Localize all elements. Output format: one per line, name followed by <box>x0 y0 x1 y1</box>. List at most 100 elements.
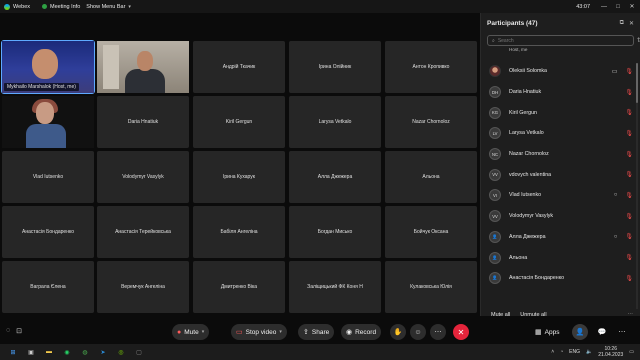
video-tile[interactable]: Kiril Gergun <box>193 96 285 148</box>
close-icon[interactable]: ✕ <box>629 20 634 27</box>
video-tile[interactable]: Дмитренко Віка <box>193 261 285 313</box>
mic-muted-icon[interactable]: 🎙 <box>625 254 633 261</box>
language-indicator[interactable]: ENG <box>569 349 580 355</box>
apps-button[interactable]: ▦ Apps <box>530 324 564 340</box>
more-options-icon[interactable]: ⋯ <box>430 324 446 340</box>
close-icon[interactable]: ✕ <box>628 3 636 10</box>
video-tile[interactable] <box>97 41 189 93</box>
reactions-icon[interactable]: ☺ <box>410 324 426 340</box>
stop-video-button[interactable]: ▭ Stop video ▾ <box>231 324 287 340</box>
chevron-down-icon[interactable]: ▾ <box>279 329 282 335</box>
video-tile[interactable]: Веремчук Ангеліна <box>97 261 189 313</box>
mic-muted-icon[interactable]: 🎙 <box>625 109 633 116</box>
show-menu-bar-button[interactable]: Show Menu Bar ▾ <box>86 4 131 10</box>
clock[interactable]: 10:26 21.04.2023 <box>598 346 623 358</box>
mic-muted-icon[interactable]: 🎙 <box>625 275 633 282</box>
participants-panel-icon[interactable]: 👤 <box>572 324 588 340</box>
os-taskbar: ⊞ ▣ ▬ ◉ ◍ ➤ ◎ ▢ ˄ ◔ ENG 🔈 10:26 21.04.20… <box>0 344 640 360</box>
mic-muted-icon[interactable]: 🎙 <box>625 213 633 220</box>
security-icon[interactable]: ◌ <box>6 327 10 335</box>
volume-icon[interactable]: 🔈 <box>586 349 592 355</box>
notifications-icon[interactable]: ▭ <box>629 349 634 355</box>
video-tile[interactable]: Анастасія Бондаренко <box>2 206 94 258</box>
whatsapp-icon[interactable]: ◉ <box>62 347 72 357</box>
chrome-icon[interactable]: ◍ <box>80 347 90 357</box>
participant-row[interactable]: KG Kiril Gergun 🎙 <box>481 102 640 123</box>
mic-muted-icon[interactable]: 🎙 <box>625 233 633 240</box>
participant-row[interactable]: 👤 Альона 🎙 <box>481 247 640 268</box>
mute-all-button[interactable]: Mute all <box>491 312 510 318</box>
participant-search[interactable]: ⌕ ⇅ <box>487 35 640 46</box>
video-tile[interactable]: Анастасія Терейковська <box>97 206 189 258</box>
search-input[interactable] <box>497 37 618 44</box>
participant-row[interactable]: 👤 Алла Джежера ○ 🎙 <box>481 227 640 248</box>
network-icon[interactable]: ◔ <box>560 349 563 355</box>
captions-icon[interactable]: ⊡ <box>16 327 22 335</box>
video-tile[interactable]: Vlad Iutsenko <box>2 151 94 203</box>
avatar: VV <box>489 210 501 223</box>
mic-muted-icon[interactable]: 🎙 <box>625 192 633 199</box>
video-tile[interactable] <box>2 96 94 148</box>
chat-icon[interactable]: 💬 <box>594 324 610 340</box>
mic-muted-icon[interactable]: 🎙 <box>625 68 633 75</box>
video-tile[interactable]: Андрій Ткачик <box>193 41 285 93</box>
video-tile[interactable]: Nazar Chornoloz <box>385 96 477 148</box>
task-view-icon[interactable]: ▣ <box>26 347 36 357</box>
video-tile[interactable]: Бабiля Ангеліна <box>193 206 285 258</box>
scrollbar[interactable] <box>636 63 638 309</box>
tile-name: Дмитренко Віка <box>220 284 258 290</box>
popout-icon[interactable]: ⧉ <box>620 20 624 27</box>
video-tile[interactable]: Антон Кропивко <box>385 41 477 93</box>
tile-name: Volodymyr Vasylyk <box>122 174 164 180</box>
video-tile[interactable]: Ірина Олійник <box>289 41 381 93</box>
mic-muted-icon[interactable]: 🎙 <box>625 89 633 96</box>
participant-row[interactable]: VV vdovych valentina 🎙 <box>481 164 640 185</box>
meeting-info-button[interactable]: Meeting Info <box>42 4 80 10</box>
participant-row[interactable]: NC Nazar Chornoloz 🎙 <box>481 144 640 165</box>
participant-row[interactable]: VI Vlad Iutsenko ○ 🎙 <box>481 185 640 206</box>
windows-start-icon[interactable]: ⊞ <box>8 347 18 357</box>
video-tile[interactable]: Larysa Vetkalo <box>289 96 381 148</box>
unmute-all-button[interactable]: Unmute all <box>520 312 546 318</box>
mute-button[interactable]: ● Mute ▾ <box>172 324 210 340</box>
tile-name: Алла Джежера <box>317 174 353 180</box>
video-tile[interactable]: Кулаковська Юлія <box>385 261 477 313</box>
mic-muted-icon[interactable]: 🎙 <box>625 151 633 158</box>
title-bar: Webex Meeting Info Show Menu Bar ▾ 43:07… <box>0 0 640 13</box>
webex-taskbar-icon[interactable]: ◎ <box>116 347 126 357</box>
video-tile[interactable]: Альона <box>385 151 477 203</box>
more-panels-icon[interactable]: ⋯ <box>614 324 630 340</box>
participant-row[interactable]: DH Daria Hnatiuk 🎙 <box>481 82 640 103</box>
chevron-down-icon[interactable]: ▾ <box>202 329 205 335</box>
video-tile[interactable]: Daria Hnatiuk <box>97 96 189 148</box>
leave-meeting-icon[interactable]: ✕ <box>453 324 469 340</box>
raise-hand-icon[interactable]: ✋ <box>390 324 406 340</box>
participant-row[interactable]: 👤 Анастасія Бондаренко 🎙 <box>481 268 640 289</box>
video-tile[interactable]: Volodymyr Vasylyk <box>97 151 189 203</box>
participant-row[interactable]: Oleksii Solomka ▭ 🎙 <box>481 61 640 82</box>
file-explorer-icon[interactable]: ▬ <box>44 347 54 357</box>
video-tile[interactable]: Богдан Мисько <box>289 206 381 258</box>
participant-row[interactable]: LV Larysa Vetkalo 🎙 <box>481 123 640 144</box>
maximize-icon[interactable]: □ <box>614 4 622 10</box>
camera-feed <box>97 41 189 93</box>
video-tile[interactable]: Заліщицький ФК Коня Н <box>289 261 381 313</box>
share-button[interactable]: ⇪ Share <box>298 324 335 340</box>
video-tile[interactable]: Ваграла Єлена <box>2 261 94 313</box>
minimize-icon[interactable]: — <box>600 4 608 10</box>
tile-name: Mykhailo Marshalok (Host, me) <box>4 83 79 91</box>
record-button[interactable]: ◉ Record <box>341 324 382 340</box>
video-tile[interactable]: Ірина Кухарук <box>193 151 285 203</box>
video-tile[interactable]: Mykhailo Marshalok (Host, me) <box>1 40 95 94</box>
telegram-icon[interactable]: ➤ <box>98 347 108 357</box>
chevron-up-icon[interactable]: ˄ <box>551 349 554 355</box>
app-icon[interactable]: ▢ <box>134 347 144 357</box>
mic-muted-icon[interactable]: 🎙 <box>625 171 633 178</box>
video-tile[interactable]: Алла Джежера <box>289 151 381 203</box>
video-tile[interactable]: Бойчук Оксана <box>385 206 477 258</box>
participant-row[interactable]: VV Volodymyr Vasylyk 🎙 <box>481 206 640 227</box>
tile-name: Кулаковська Юлія <box>410 284 452 290</box>
more-options-icon[interactable]: ⋯ <box>628 312 634 318</box>
mic-muted-icon[interactable]: 🎙 <box>625 130 633 137</box>
tile-name: Бабiля Ангеліна <box>220 229 258 235</box>
